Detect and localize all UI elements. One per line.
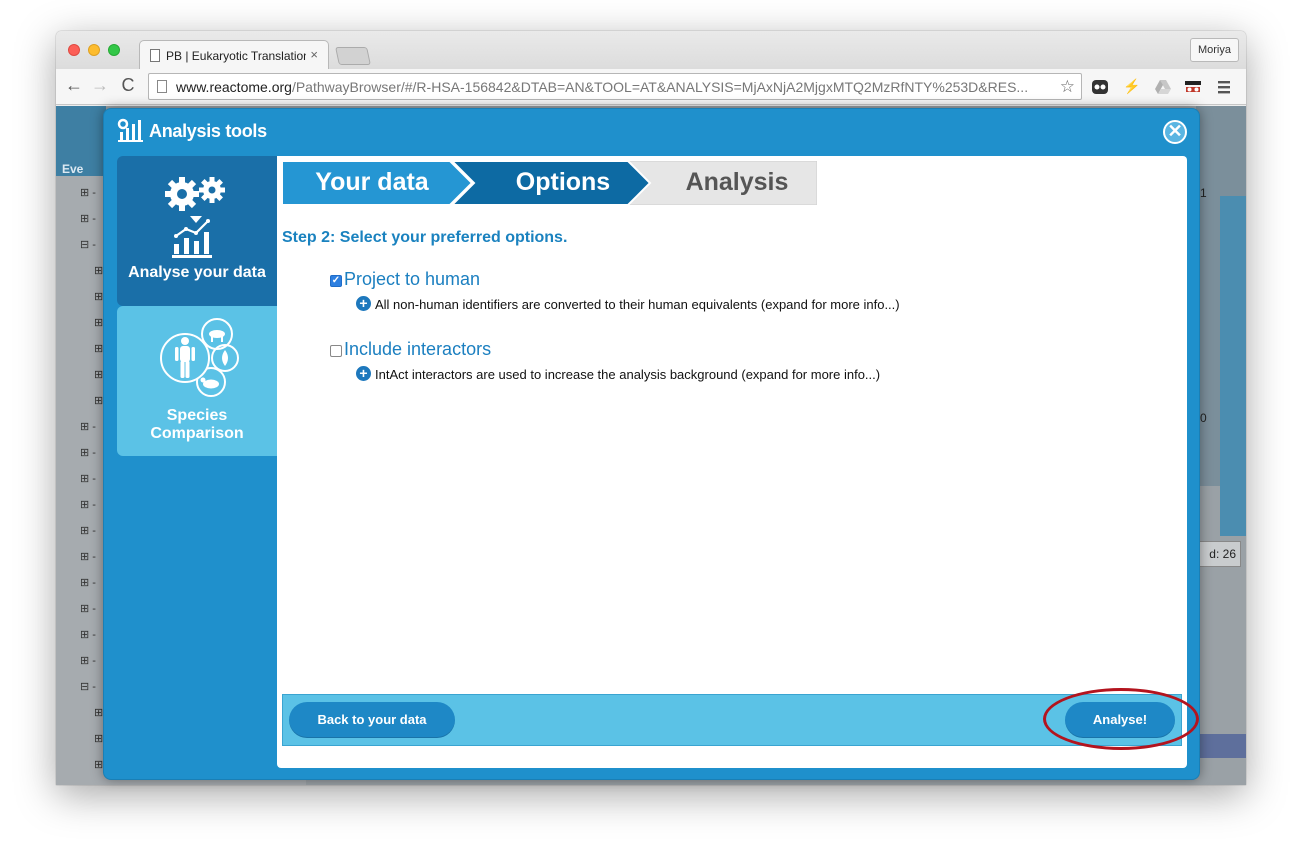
tree-node[interactable]: ⊞ ‑ — [80, 628, 96, 641]
page-icon — [150, 49, 160, 62]
close-icon[interactable]: ✕ — [1163, 120, 1187, 144]
url-path: /PathwayBrowser/#/R-HSA-156842&DTAB=AN&T… — [291, 79, 1029, 95]
back-arrow-icon[interactable]: ← — [64, 75, 84, 96]
window-close-button[interactable] — [68, 44, 80, 56]
include-interactors-description: IntAct interactors are used to increase … — [375, 367, 881, 382]
nav-species-comparison[interactable]: Species Comparison — [117, 306, 277, 456]
lightning-extension-icon[interactable]: ⚡ — [1123, 78, 1141, 96]
incognito-extension-icon[interactable] — [1184, 78, 1202, 96]
step-your-data-label: Your data — [315, 168, 429, 196]
browser-tab[interactable]: PB | Eukaryotic Translation × — [139, 40, 329, 70]
window-maximize-button[interactable] — [108, 44, 120, 56]
tree-node[interactable]: ⊞ ‑ — [80, 186, 96, 199]
tree-node[interactable]: ⊞ — [94, 732, 103, 745]
menu-icon[interactable] — [1215, 78, 1233, 96]
options-panel: Analysis Options Your data Step 2: Selec… — [277, 156, 1187, 768]
species-icon — [160, 318, 239, 397]
new-tab-button[interactable] — [335, 47, 371, 65]
step-analysis[interactable]: Analysis — [627, 161, 817, 205]
tree-node[interactable]: ⊞ ‑ — [80, 524, 96, 537]
browser-toolbar: ← → C www.reactome.org/PathwayBrowser/#/… — [56, 69, 1246, 105]
forward-arrow-icon[interactable]: → — [90, 75, 110, 96]
nav-analyse-your-data[interactable]: Analyse your data — [117, 156, 277, 306]
include-interactors-checkbox[interactable] — [330, 345, 342, 357]
tab-title: PB | Eukaryotic Translation — [166, 49, 306, 63]
back-to-your-data-button[interactable]: Back to your data — [289, 702, 455, 738]
tree-node[interactable]: ⊞ ‑ — [80, 654, 96, 667]
bookmark-star-icon[interactable]: ☆ — [1060, 77, 1075, 97]
tree-node[interactable]: ⊞ — [94, 394, 103, 407]
tree-node[interactable]: ⊞ ‑ — [80, 602, 96, 615]
expand-plus-icon[interactable]: + — [356, 366, 371, 381]
dialog-footer: Back to your data Analyse! — [282, 694, 1182, 746]
url-text[interactable]: www.reactome.org/PathwayBrowser/#/R-HSA-… — [176, 79, 1056, 95]
step-analysis-label: Analysis — [685, 168, 789, 196]
tree-node[interactable]: ⊞ ‑ — [80, 212, 96, 225]
tree-node[interactable]: ⊞ ‑ — [80, 446, 96, 459]
step-heading: Step 2: Select your preferred options. — [282, 229, 568, 246]
project-to-human-description: All non-human identifiers are converted … — [375, 297, 900, 312]
found-count-badge: d: 26 — [1196, 541, 1241, 567]
nav-species-label: Species Comparison — [150, 407, 244, 442]
expand-plus-icon[interactable]: + — [356, 296, 371, 311]
step-your-data[interactable]: Your data — [282, 161, 474, 205]
analysis-tools-dialog: Analysis tools ✕ Analyse your data Speci… — [103, 108, 1200, 780]
event-tree-label: Eve — [62, 162, 84, 176]
project-to-human-label[interactable]: Project to human — [344, 269, 480, 290]
tree-node[interactable]: ⊞ ‑ — [80, 550, 96, 563]
analysis-nav: Analyse your data Species Comparison — [117, 156, 277, 776]
right-tick-label: 0 — [1200, 411, 1207, 425]
address-bar[interactable]: www.reactome.org/PathwayBrowser/#/R-HSA-… — [148, 73, 1082, 100]
title-bar: PB | Eukaryotic Translation × Moriya — [56, 31, 1246, 70]
window-minimize-button[interactable] — [88, 44, 100, 56]
profile-button[interactable]: Moriya — [1189, 38, 1239, 62]
reactome-header: Eve — [56, 106, 106, 176]
selected-row-bar — [1196, 734, 1246, 758]
side-toolbar-strip — [1220, 196, 1246, 536]
right-tick-label: 1 — [1200, 186, 1207, 200]
tree-node[interactable]: ⊞ — [94, 706, 103, 719]
gears-chart-icon — [165, 177, 225, 258]
ghostery-extension-icon[interactable] — [1091, 78, 1109, 96]
tree-node[interactable]: ⊟ ‑ — [80, 680, 96, 693]
tree-node[interactable]: ⊞ — [94, 758, 103, 771]
tree-node[interactable]: ⊞ ‑ — [80, 420, 96, 433]
analyse-button[interactable]: Analyse! — [1065, 702, 1175, 738]
tree-node[interactable]: ⊞ ‑ — [80, 498, 96, 511]
nav-analyse-label: Analyse your data — [128, 264, 266, 281]
tree-node[interactable]: ⊞ — [94, 316, 103, 329]
include-interactors-label[interactable]: Include interactors — [344, 339, 491, 360]
step-options-label: Options — [515, 168, 611, 196]
project-to-human-checkbox[interactable]: ✓ — [330, 275, 342, 287]
dialog-title: Analysis tools — [149, 121, 267, 141]
tree-node[interactable]: ⊞ — [94, 368, 103, 381]
tree-node[interactable]: ⊞ ‑ — [80, 472, 96, 485]
url-domain: www.reactome.org — [176, 79, 292, 95]
tab-close-icon[interactable]: × — [310, 47, 318, 62]
tree-node[interactable]: ⊞ ‑ — [80, 576, 96, 589]
tree-node[interactable]: ⊞ — [94, 264, 103, 277]
tree-node[interactable]: ⊟ ‑ — [80, 238, 96, 251]
tree-node[interactable]: ⊞ — [94, 342, 103, 355]
drive-extension-icon[interactable] — [1154, 78, 1172, 96]
analysis-tools-icon — [117, 118, 143, 142]
step-options[interactable]: Options — [452, 161, 652, 205]
reload-icon[interactable]: C — [118, 75, 138, 96]
tree-node[interactable]: ⊞ — [94, 290, 103, 303]
page-icon — [157, 80, 167, 93]
